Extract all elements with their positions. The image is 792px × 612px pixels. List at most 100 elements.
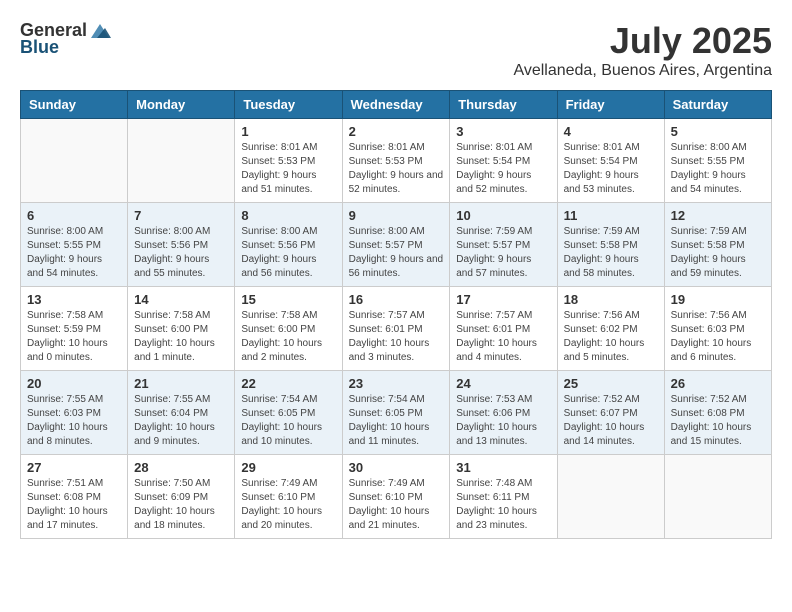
day-info: Sunrise: 7:56 AMSunset: 6:03 PMDaylight:… (671, 309, 765, 365)
calendar-cell: 15 Sunrise: 7:58 AMSunset: 6:00 PMDayligh… (235, 287, 342, 371)
day-number: 17 (456, 292, 550, 307)
weekday-header-saturday: Saturday (664, 91, 771, 119)
day-number: 21 (134, 376, 228, 391)
day-number: 27 (27, 460, 121, 475)
day-number: 31 (456, 460, 550, 475)
calendar-cell: 23Sunrise: 7:54 AMSunset: 6:05 PMDayligh… (342, 371, 450, 455)
calendar-cell (21, 119, 128, 203)
weekday-header-sunday: Sunday (21, 91, 128, 119)
calendar-cell: 10 Sunrise: 7:59 AMSunset: 5:57 PMDayligh… (450, 203, 557, 287)
page-header: General Blue July 2025 Avellaneda, Bueno… (20, 20, 772, 80)
calendar-cell: 8 Sunrise: 8:00 AMSunset: 5:56 PMDaylight… (235, 203, 342, 287)
day-info: Sunrise: 8:00 AMSunset: 5:56 PMDaylight:… (241, 225, 335, 281)
calendar-cell: 19Sunrise: 7:56 AMSunset: 6:03 PMDayligh… (664, 287, 771, 371)
day-info: Sunrise: 7:50 AMSunset: 6:09 PMDaylight:… (134, 477, 228, 533)
calendar-cell: 12 Sunrise: 7:59 AMSunset: 5:58 PMDayligh… (664, 203, 771, 287)
weekday-header-wednesday: Wednesday (342, 91, 450, 119)
day-number: 15 (241, 292, 335, 307)
calendar-week-row: 27 Sunrise: 7:51 AMSunset: 6:08 PMDayligh… (21, 455, 772, 539)
day-number: 7 (134, 208, 228, 223)
calendar-cell: 30 Sunrise: 7:49 AMSunset: 6:10 PMDayligh… (342, 455, 450, 539)
day-info: Sunrise: 7:55 AMSunset: 6:03 PMDaylight:… (27, 393, 121, 449)
day-info: Sunrise: 7:55 AMSunset: 6:04 PMDaylight:… (134, 393, 228, 449)
title-section: July 2025 Avellaneda, Buenos Aires, Arge… (513, 20, 772, 80)
day-info: Sunrise: 7:59 AMSunset: 5:58 PMDaylight:… (671, 225, 765, 281)
day-info: Sunrise: 7:59 AMSunset: 5:58 PMDaylight:… (564, 225, 658, 281)
day-number: 18 (564, 292, 658, 307)
calendar-week-row: 20 Sunrise: 7:55 AMSunset: 6:03 PMDayligh… (21, 371, 772, 455)
calendar-cell (128, 119, 235, 203)
day-number: 23 (349, 376, 444, 391)
calendar-cell: 16 Sunrise: 7:57 AMSunset: 6:01 PMDayligh… (342, 287, 450, 371)
calendar-week-row: 13Sunrise: 7:58 AMSunset: 5:59 PMDayligh… (21, 287, 772, 371)
calendar-cell: 20 Sunrise: 7:55 AMSunset: 6:03 PMDayligh… (21, 371, 128, 455)
calendar-cell (664, 455, 771, 539)
day-info: Sunrise: 7:51 AMSunset: 6:08 PMDaylight:… (27, 477, 121, 533)
day-info: Sunrise: 8:01 AMSunset: 5:53 PMDaylight:… (241, 141, 335, 197)
calendar-cell: 21 Sunrise: 7:55 AMSunset: 6:04 PMDayligh… (128, 371, 235, 455)
calendar-cell: 5Sunrise: 8:00 AMSunset: 5:55 PMDaylight… (664, 119, 771, 203)
day-number: 24 (456, 376, 550, 391)
day-number: 28 (134, 460, 228, 475)
logo-blue-text: Blue (20, 37, 59, 58)
day-info: Sunrise: 8:01 AMSunset: 5:53 PMDaylight:… (349, 141, 444, 197)
logo: General Blue (20, 20, 111, 58)
day-info: Sunrise: 7:54 AMSunset: 6:05 PMDaylight:… (241, 393, 335, 449)
day-number: 6 (27, 208, 121, 223)
calendar-week-row: 6 Sunrise: 8:00 AMSunset: 5:55 PMDaylight… (21, 203, 772, 287)
calendar-week-row: 1 Sunrise: 8:01 AMSunset: 5:53 PMDaylight… (21, 119, 772, 203)
day-info: Sunrise: 7:56 AMSunset: 6:02 PMDaylight:… (564, 309, 658, 365)
calendar-cell: 24 Sunrise: 7:53 AMSunset: 6:06 PMDayligh… (450, 371, 557, 455)
day-number: 10 (456, 208, 550, 223)
calendar-cell: 3 Sunrise: 8:01 AMSunset: 5:54 PMDaylight… (450, 119, 557, 203)
calendar-cell: 6 Sunrise: 8:00 AMSunset: 5:55 PMDaylight… (21, 203, 128, 287)
day-number: 29 (241, 460, 335, 475)
weekday-header-tuesday: Tuesday (235, 91, 342, 119)
location-title: Avellaneda, Buenos Aires, Argentina (513, 62, 772, 80)
day-info: Sunrise: 8:00 AMSunset: 5:57 PMDaylight:… (349, 225, 444, 281)
day-number: 26 (671, 376, 765, 391)
day-number: 4 (564, 124, 658, 139)
calendar-cell: 28 Sunrise: 7:50 AMSunset: 6:09 PMDayligh… (128, 455, 235, 539)
day-info: Sunrise: 8:00 AMSunset: 5:56 PMDaylight:… (134, 225, 228, 281)
calendar-cell: 13Sunrise: 7:58 AMSunset: 5:59 PMDayligh… (21, 287, 128, 371)
weekday-header-thursday: Thursday (450, 91, 557, 119)
day-info: Sunrise: 7:52 AMSunset: 6:07 PMDaylight:… (564, 393, 658, 449)
day-info: Sunrise: 7:59 AMSunset: 5:57 PMDaylight:… (456, 225, 550, 281)
day-number: 16 (349, 292, 444, 307)
day-number: 20 (27, 376, 121, 391)
day-info: Sunrise: 7:57 AMSunset: 6:01 PMDaylight:… (349, 309, 444, 365)
day-info: Sunrise: 7:53 AMSunset: 6:06 PMDaylight:… (456, 393, 550, 449)
calendar-cell: 14Sunrise: 7:58 AMSunset: 6:00 PMDayligh… (128, 287, 235, 371)
day-info: Sunrise: 7:48 AMSunset: 6:11 PMDaylight:… (456, 477, 550, 533)
weekday-header-row: SundayMondayTuesdayWednesdayThursdayFrid… (21, 91, 772, 119)
day-info: Sunrise: 7:57 AMSunset: 6:01 PMDaylight:… (456, 309, 550, 365)
calendar-cell: 25 Sunrise: 7:52 AMSunset: 6:07 PMDayligh… (557, 371, 664, 455)
calendar-cell: 4Sunrise: 8:01 AMSunset: 5:54 PMDaylight… (557, 119, 664, 203)
day-info: Sunrise: 7:58 AMSunset: 6:00 PMDaylight:… (241, 309, 335, 365)
day-number: 11 (564, 208, 658, 223)
day-info: Sunrise: 7:58 AMSunset: 5:59 PMDaylight:… (27, 309, 121, 365)
day-number: 25 (564, 376, 658, 391)
day-number: 12 (671, 208, 765, 223)
day-number: 8 (241, 208, 335, 223)
day-number: 14 (134, 292, 228, 307)
calendar-cell: 17 Sunrise: 7:57 AMSunset: 6:01 PMDayligh… (450, 287, 557, 371)
day-info: Sunrise: 7:49 AMSunset: 6:10 PMDaylight:… (349, 477, 444, 533)
calendar-cell: 11 Sunrise: 7:59 AMSunset: 5:58 PMDayligh… (557, 203, 664, 287)
day-number: 1 (241, 124, 335, 139)
calendar-cell (557, 455, 664, 539)
day-number: 9 (349, 208, 444, 223)
day-number: 3 (456, 124, 550, 139)
day-info: Sunrise: 8:00 AMSunset: 5:55 PMDaylight:… (27, 225, 121, 281)
day-info: Sunrise: 7:49 AMSunset: 6:10 PMDaylight:… (241, 477, 335, 533)
day-info: Sunrise: 8:01 AMSunset: 5:54 PMDaylight:… (456, 141, 550, 197)
day-number: 2 (349, 124, 444, 139)
weekday-header-monday: Monday (128, 91, 235, 119)
calendar-cell: 9 Sunrise: 8:00 AMSunset: 5:57 PMDaylight… (342, 203, 450, 287)
logo-icon (89, 22, 111, 40)
calendar-cell: 18 Sunrise: 7:56 AMSunset: 6:02 PMDayligh… (557, 287, 664, 371)
day-info: Sunrise: 8:00 AMSunset: 5:55 PMDaylight:… (671, 141, 765, 197)
calendar-cell: 31 Sunrise: 7:48 AMSunset: 6:11 PMDayligh… (450, 455, 557, 539)
day-number: 30 (349, 460, 444, 475)
